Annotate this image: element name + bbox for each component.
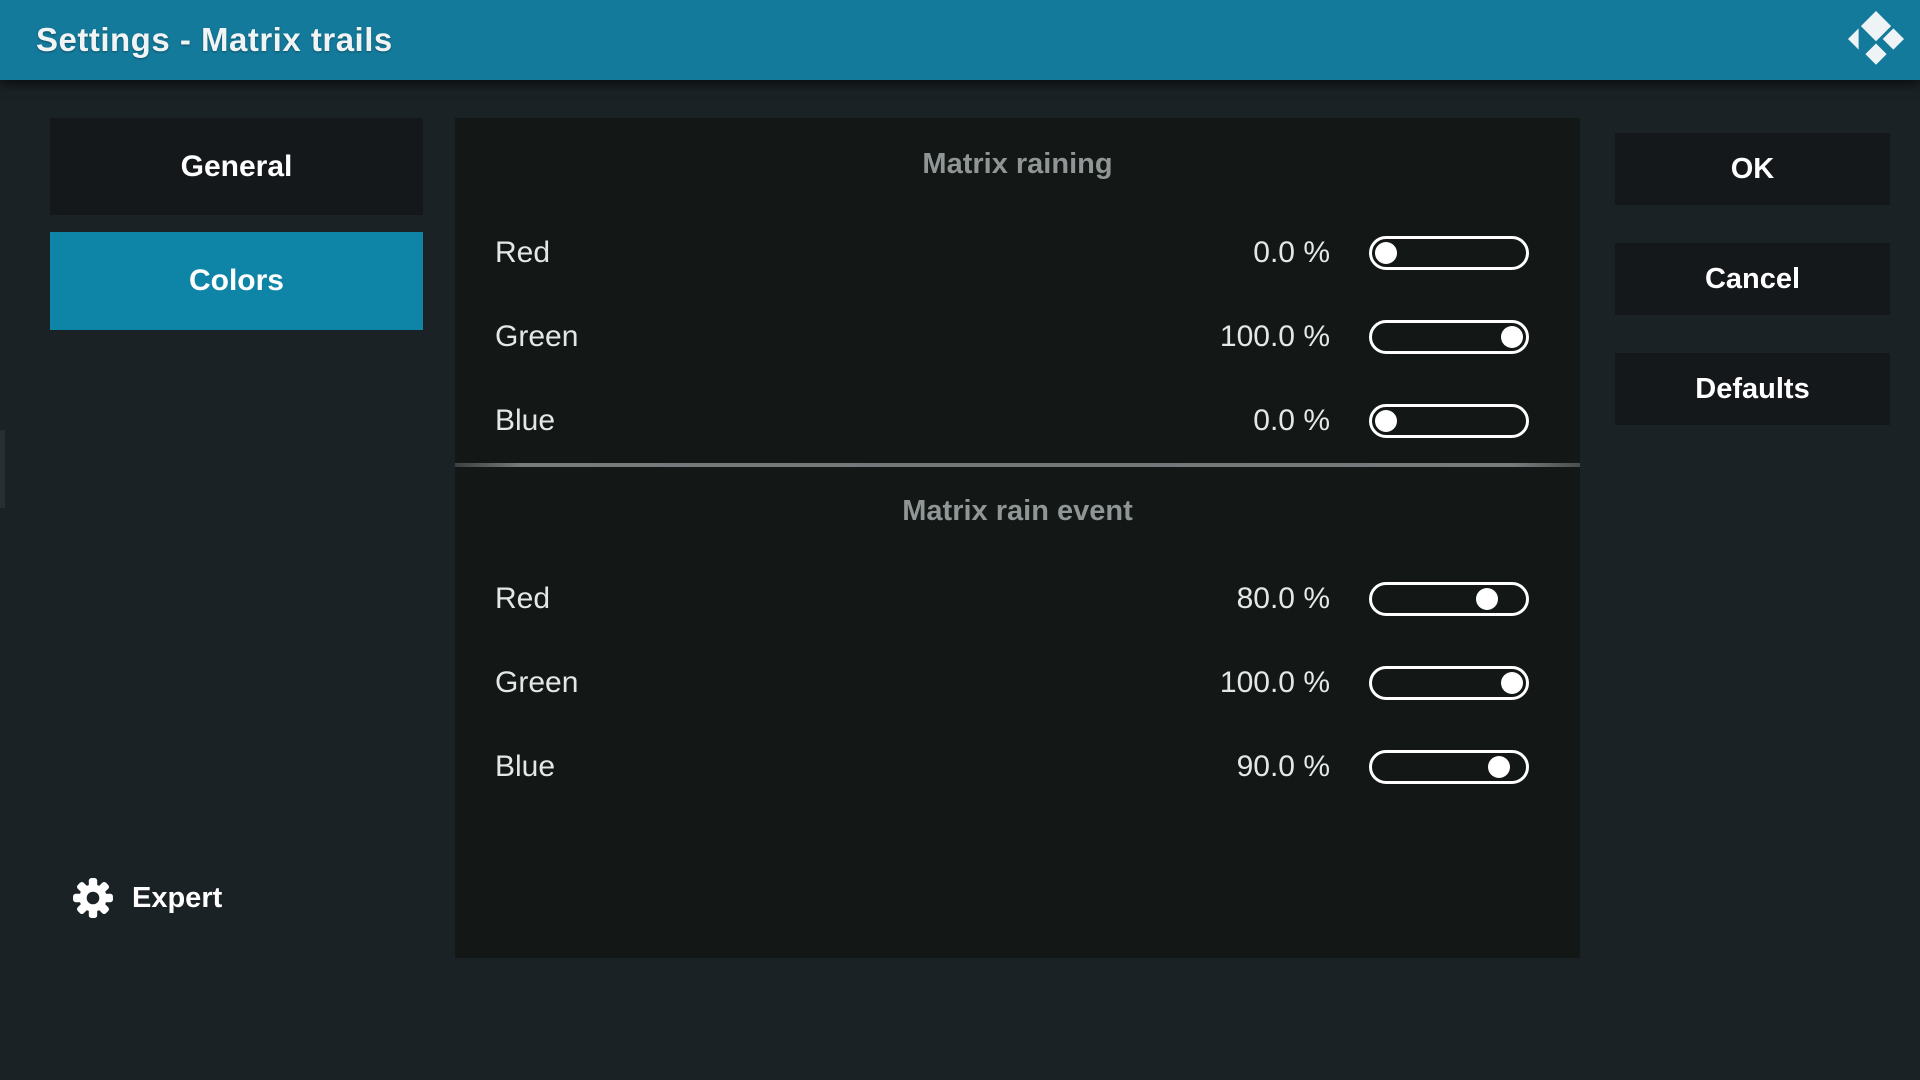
setting-label: Blue	[495, 404, 1253, 438]
kodi-logo-icon	[1848, 9, 1904, 69]
setting-row-blue[interactable]: Blue 90.0 %	[455, 725, 1580, 809]
cancel-button[interactable]: Cancel	[1615, 243, 1890, 315]
setting-row-red[interactable]: Red 80.0 %	[455, 557, 1580, 641]
green-slider[interactable]	[1369, 320, 1529, 354]
blue-slider[interactable]	[1369, 404, 1529, 438]
category-colors[interactable]: Colors	[50, 232, 423, 330]
red-slider[interactable]	[1369, 236, 1529, 270]
section-heading: Matrix rain event	[455, 489, 1580, 533]
category-list: General Colors	[50, 118, 423, 347]
settings-level-toggle[interactable]: Expert	[72, 874, 222, 922]
setting-value: 90.0 %	[1237, 750, 1330, 784]
setting-row-green[interactable]: Green 100.0 %	[455, 295, 1580, 379]
section-matrix-rain-event: Matrix rain event Red 80.0 % Green 100.0…	[455, 489, 1580, 809]
setting-label: Green	[495, 666, 1220, 700]
setting-value: 80.0 %	[1237, 582, 1330, 616]
category-general[interactable]: General	[50, 118, 423, 215]
slider-knob[interactable]	[1488, 756, 1510, 778]
slider-knob[interactable]	[1375, 410, 1397, 432]
red-slider[interactable]	[1369, 582, 1529, 616]
dialog-header: Settings - Matrix trails	[0, 0, 1920, 80]
settings-panel: Matrix raining Red 0.0 % Green 100.0 % B…	[455, 118, 1580, 958]
settings-level-label: Expert	[132, 882, 222, 915]
setting-label: Blue	[495, 750, 1237, 784]
blue-slider[interactable]	[1369, 750, 1529, 784]
dialog-title: Settings - Matrix trails	[0, 21, 393, 59]
setting-label: Red	[495, 236, 1253, 270]
setting-value: 0.0 %	[1253, 404, 1330, 438]
setting-row-green[interactable]: Green 100.0 %	[455, 641, 1580, 725]
dialog-actions: OK Cancel Defaults	[1615, 133, 1890, 425]
gear-icon	[72, 877, 114, 919]
setting-value: 100.0 %	[1220, 320, 1330, 354]
setting-row-red[interactable]: Red 0.0 %	[455, 211, 1580, 295]
section-heading: Matrix raining	[455, 142, 1580, 186]
defaults-button[interactable]: Defaults	[1615, 353, 1890, 425]
slider-knob[interactable]	[1476, 588, 1498, 610]
left-edge-mark	[0, 430, 5, 508]
setting-label: Green	[495, 320, 1220, 354]
setting-row-blue[interactable]: Blue 0.0 %	[455, 379, 1580, 463]
slider-knob[interactable]	[1501, 326, 1523, 348]
setting-label: Red	[495, 582, 1237, 616]
slider-knob[interactable]	[1375, 242, 1397, 264]
section-matrix-raining: Matrix raining Red 0.0 % Green 100.0 % B…	[455, 118, 1580, 463]
ok-button[interactable]: OK	[1615, 133, 1890, 205]
setting-value: 0.0 %	[1253, 236, 1330, 270]
green-slider[interactable]	[1369, 666, 1529, 700]
slider-knob[interactable]	[1501, 672, 1523, 694]
setting-value: 100.0 %	[1220, 666, 1330, 700]
section-separator	[455, 463, 1580, 467]
